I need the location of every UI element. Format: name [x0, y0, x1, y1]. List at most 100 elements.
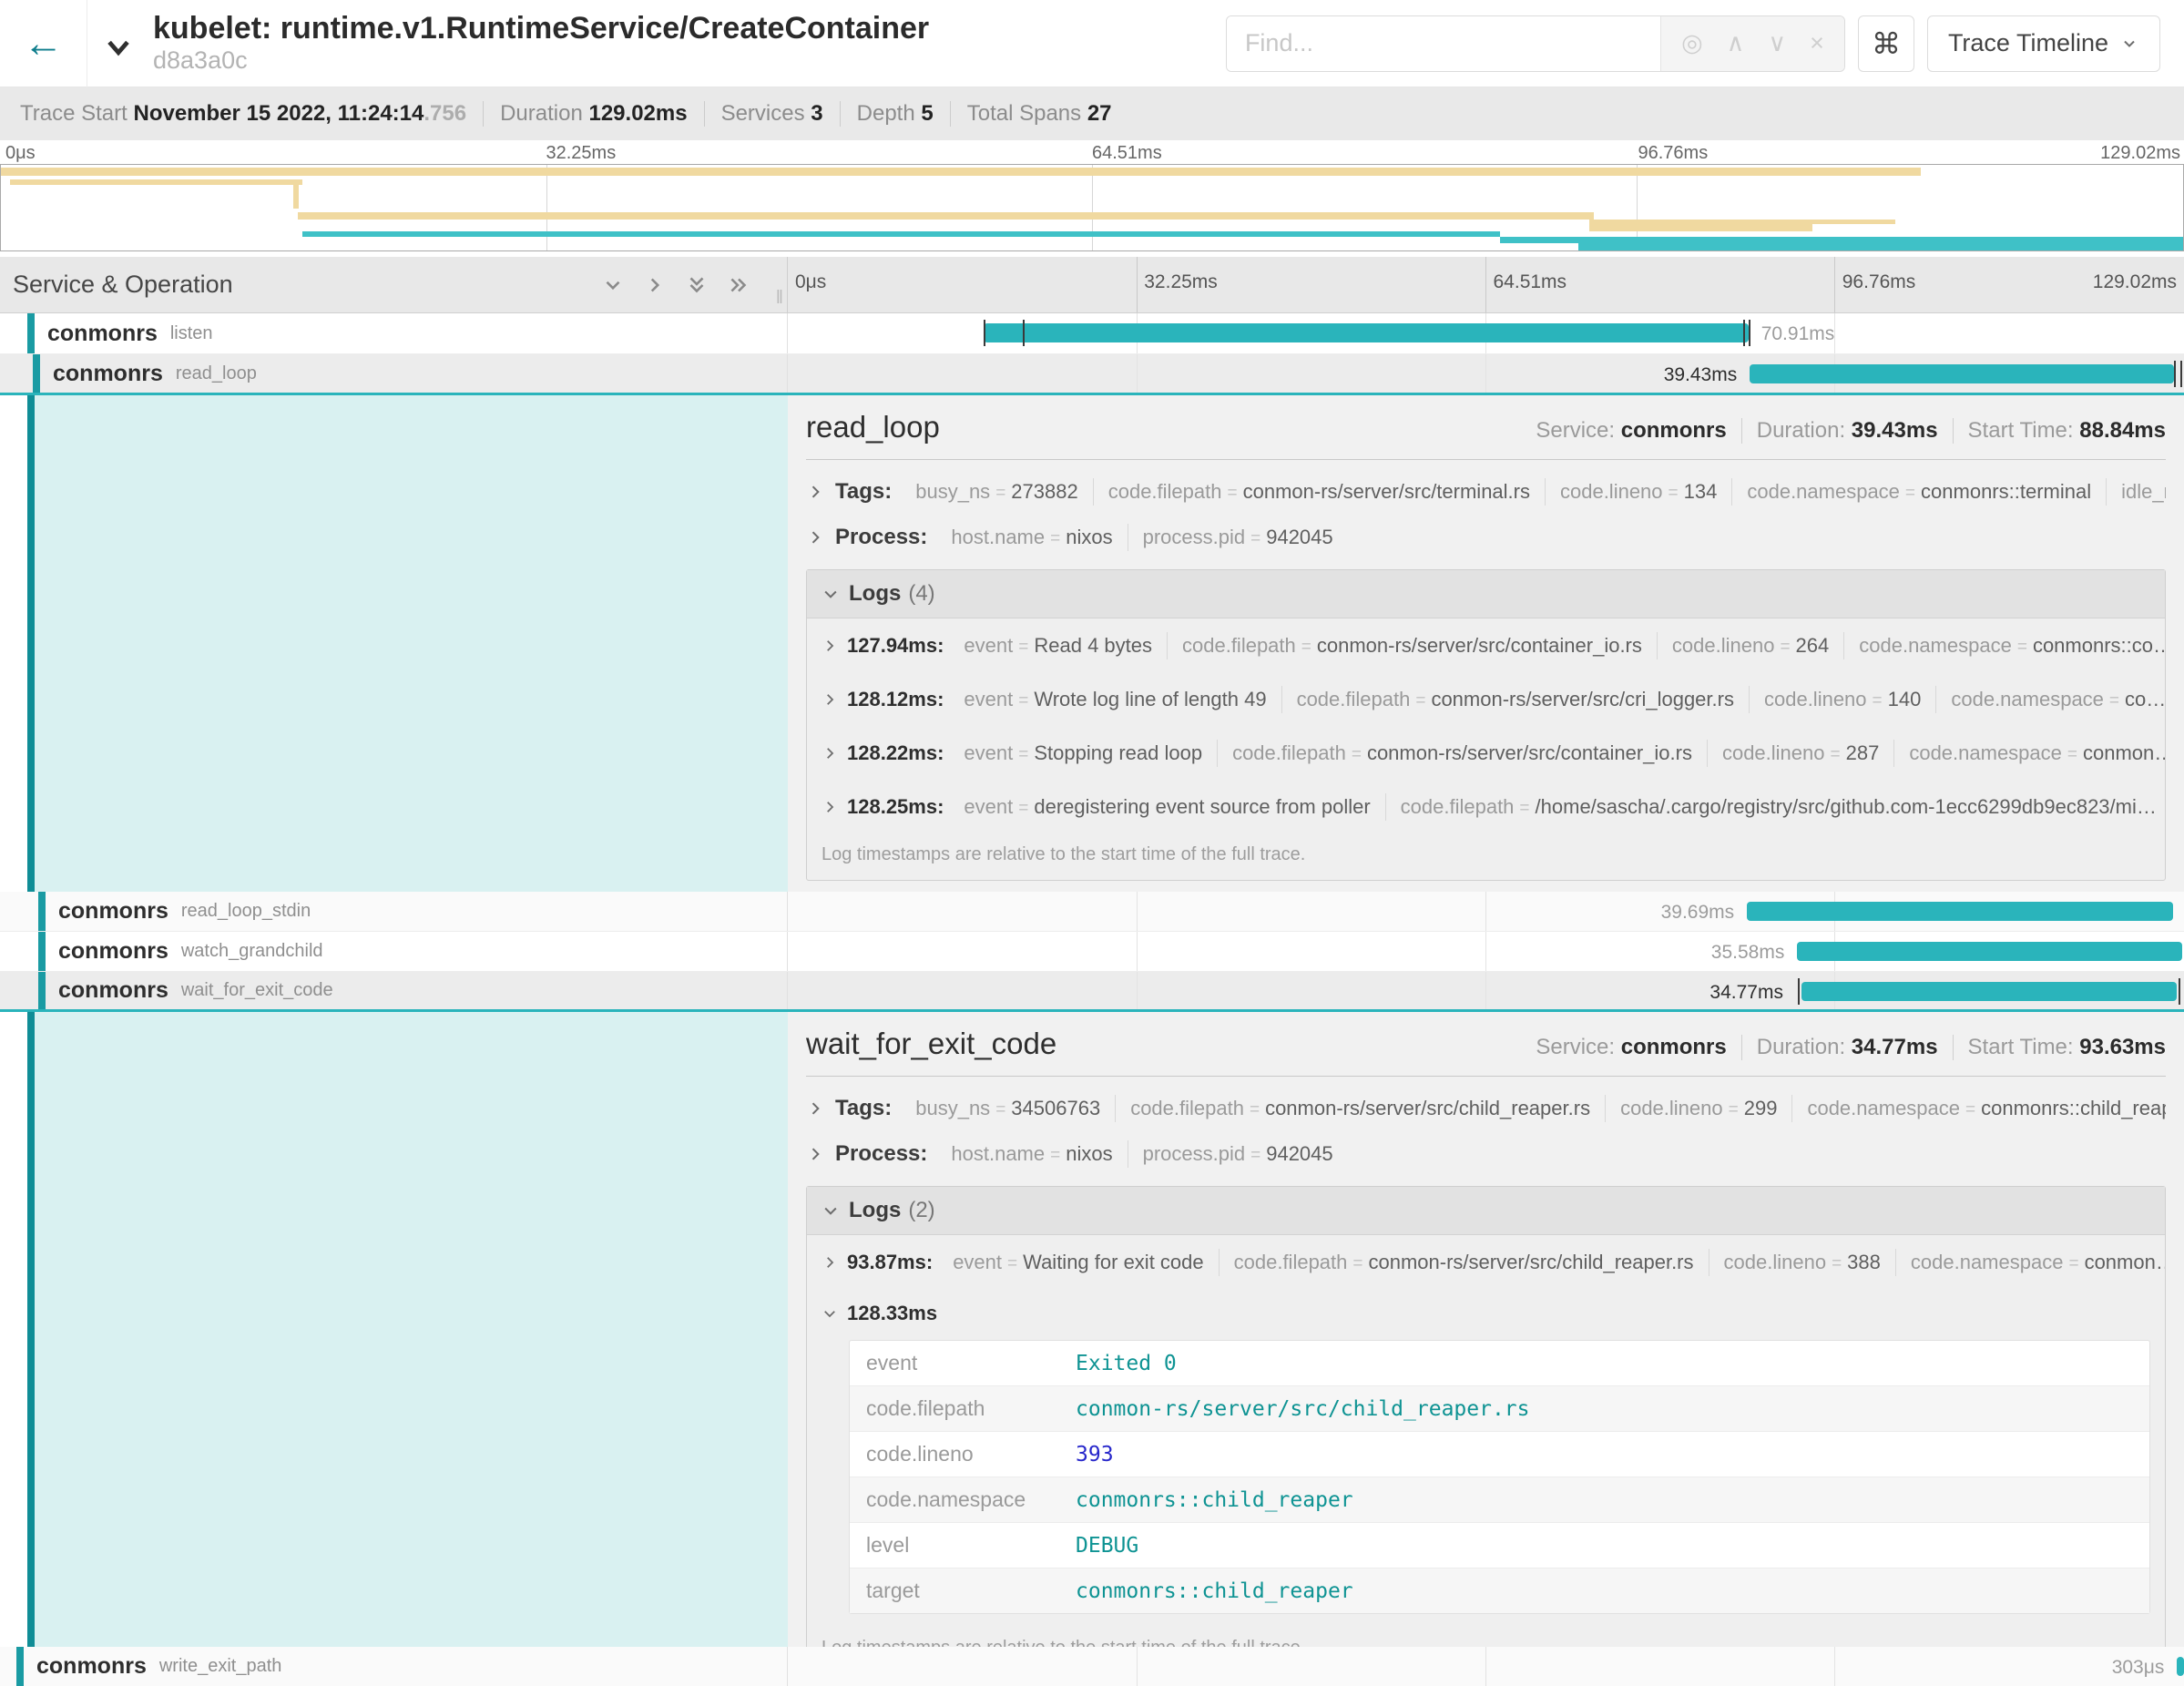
span-row-read-loop-stdin[interactable]: conmonrs read_loop_stdin 39.69ms: [0, 892, 2184, 932]
prev-match-icon[interactable]: ∧: [1727, 29, 1745, 57]
log-entry[interactable]: 127.94ms: event=Read 4 bytes code.filepa…: [807, 618, 2165, 672]
span-row-write-exit-path[interactable]: conmonrs write_exit_path 303μs: [0, 1647, 2184, 1686]
timeline-axis-header: 0μs 32.25ms 64.51ms 96.76ms 129.02ms: [788, 257, 2184, 312]
logs-note: Log timestamps are relative to the start…: [807, 833, 2165, 880]
log-entry[interactable]: 93.87ms: event=Waiting for exit code cod…: [807, 1235, 2165, 1289]
next-match-icon[interactable]: ∨: [1768, 29, 1786, 57]
span-duration-label: 39.43ms: [1618, 364, 1737, 386]
keyboard-shortcuts-button[interactable]: ⌘: [1858, 15, 1914, 72]
page-header: ← kubelet: runtime.v1.RuntimeService/Cre…: [0, 0, 2184, 87]
span-operation: read_loop: [176, 363, 257, 384]
logs-header[interactable]: Logs (2): [807, 1187, 2165, 1235]
minimap-canvas[interactable]: [0, 164, 2184, 251]
table-row: levelDEBUG: [850, 1523, 2149, 1568]
span-bar[interactable]: [1747, 902, 2173, 921]
span-operation: write_exit_path: [159, 1656, 282, 1677]
log-entry[interactable]: 128.22ms: event=Stopping read loop code.…: [807, 726, 2165, 780]
span-color-stripe: [38, 972, 46, 1009]
span-tick: [2179, 978, 2180, 1005]
expand-all-icon[interactable]: [727, 273, 750, 297]
chevron-down-icon: [822, 1201, 840, 1220]
chevron-right-icon: [806, 1145, 824, 1163]
process-row[interactable]: Process: host.name=nixos process.pid=942…: [806, 1140, 2166, 1168]
span-bar[interactable]: [1801, 982, 2177, 1001]
span-row-wait-for-exit-code[interactable]: conmonrs wait_for_exit_code 34.77ms: [0, 972, 2184, 1012]
process-row[interactable]: Process: host.name=nixos process.pid=942…: [806, 524, 2166, 551]
logs-header[interactable]: Logs (4): [807, 570, 2165, 618]
detail-title: wait_for_exit_code: [806, 1027, 1056, 1061]
trace-start: Trace Start November 15 2022, 11:24:14.7…: [4, 101, 483, 127]
detail-meta: Service: conmonrs Duration: 34.77ms Star…: [1521, 1035, 2166, 1060]
table-row: code.lineno393: [850, 1432, 2149, 1477]
span-row-listen[interactable]: conmonrs listen 70.91ms: [0, 313, 2184, 354]
trace-duration: Duration 129.02ms: [483, 101, 703, 127]
trace-titles: kubelet: runtime.v1.RuntimeService/Creat…: [153, 12, 929, 75]
span-bar[interactable]: [1797, 942, 2182, 961]
back-button[interactable]: ←: [0, 0, 87, 87]
minimap-span-bar: [1, 168, 1921, 176]
chevron-right-icon: [822, 638, 838, 654]
column-resize-handle[interactable]: ‖: [776, 288, 785, 309]
log-entry[interactable]: 128.25ms: event=deregistering event sour…: [807, 780, 2165, 833]
collapse-all-icon[interactable]: [685, 273, 709, 297]
logs-section: Logs (4) 127.94ms: event=Read 4 bytes co…: [806, 569, 2166, 881]
span-service: conmonrs: [36, 1653, 147, 1680]
log-entry[interactable]: 128.12ms: event=Wrote log line of length…: [807, 672, 2165, 726]
span-duration-label: 35.58ms: [1666, 942, 1784, 964]
minimap-axis: 0μs 32.25ms 64.51ms 96.76ms 129.02ms: [0, 140, 2184, 164]
minimap-span-bar: [1578, 242, 2183, 250]
service-operation-title: Service & Operation: [13, 271, 233, 299]
clear-find-icon[interactable]: ×: [1810, 29, 1824, 57]
minimap-span-bar: [10, 179, 302, 185]
chevron-right-icon: [806, 1099, 824, 1118]
span-detail-wait-for-exit-code: wait_for_exit_code Service: conmonrs Dur…: [0, 1012, 2184, 1647]
expand-one-icon[interactable]: [643, 273, 667, 297]
tags-row[interactable]: Tags: busy_ns=34506763 code.filepath=con…: [806, 1095, 2166, 1122]
trace-title: kubelet: runtime.v1.RuntimeService/Creat…: [153, 12, 929, 46]
chevron-down-icon: [822, 1305, 838, 1322]
minimap-span-bar: [293, 185, 299, 209]
table-row: code.filepathconmon-rs/server/src/child_…: [850, 1386, 2149, 1432]
span-tick: [1743, 320, 1745, 346]
detail-pane: read_loop Service: conmonrs Duration: 39…: [788, 395, 2184, 892]
find-input[interactable]: [1227, 16, 1660, 71]
trace-view-selector[interactable]: Trace Timeline: [1927, 15, 2160, 72]
axis-tick: 129.02ms: [2093, 271, 2177, 293]
expanded-log-entry[interactable]: 128.33ms: [807, 1289, 2165, 1334]
minimap-tick: 0μs: [5, 143, 36, 164]
span-tick: [1798, 978, 1800, 1005]
span-tick: [1749, 320, 1750, 346]
log-fields-table: eventExited 0 code.filepathconmon-rs/ser…: [849, 1340, 2150, 1614]
find-tools: ◎ ∧ ∨ ×: [1660, 16, 1844, 71]
span-operation: wait_for_exit_code: [181, 980, 333, 1001]
collapse-header-chevron-down-icon[interactable]: [100, 32, 137, 67]
span-row-read-loop[interactable]: conmonrs read_loop 39.43ms: [0, 354, 2184, 395]
span-service: conmonrs: [58, 977, 168, 1004]
tags-row[interactable]: Tags: busy_ns=273882 code.filepath=conmo…: [806, 478, 2166, 506]
axis-tick: 0μs: [795, 271, 826, 293]
collapse-one-icon[interactable]: [601, 273, 625, 297]
locate-icon[interactable]: ◎: [1681, 29, 1703, 57]
trace-view-label: Trace Timeline: [1948, 29, 2108, 57]
span-service: conmonrs: [58, 938, 168, 965]
span-bar[interactable]: [1750, 364, 2174, 383]
span-bar[interactable]: [2177, 1657, 2184, 1676]
minimap-span-bar: [1589, 224, 1811, 231]
span-tick: [2180, 361, 2182, 387]
detail-gutter: [0, 1012, 788, 1647]
minimap-tick: 96.76ms: [1638, 143, 1709, 164]
span-color-stripe: [38, 892, 46, 931]
span-tick: [984, 320, 985, 346]
span-bar[interactable]: [984, 323, 1749, 342]
table-row: targetconmonrs::child_reaper: [850, 1568, 2149, 1613]
span-row-watch-grandchild[interactable]: conmonrs watch_grandchild 35.58ms: [0, 932, 2184, 972]
service-operation-header: Service & Operation ‖: [0, 257, 788, 312]
span-color-stripe: [33, 354, 40, 393]
minimap-span-bar: [302, 231, 1500, 237]
table-row: eventExited 0: [850, 1341, 2149, 1386]
table-row: code.namespaceconmonrs::child_reaper: [850, 1477, 2149, 1523]
grid-header: Service & Operation ‖ 0μs 32.25ms 64.51m…: [0, 257, 2184, 313]
detail-title: read_loop: [806, 410, 940, 444]
span-color-stripe: [27, 1012, 35, 1647]
chevron-right-icon: [822, 745, 838, 761]
